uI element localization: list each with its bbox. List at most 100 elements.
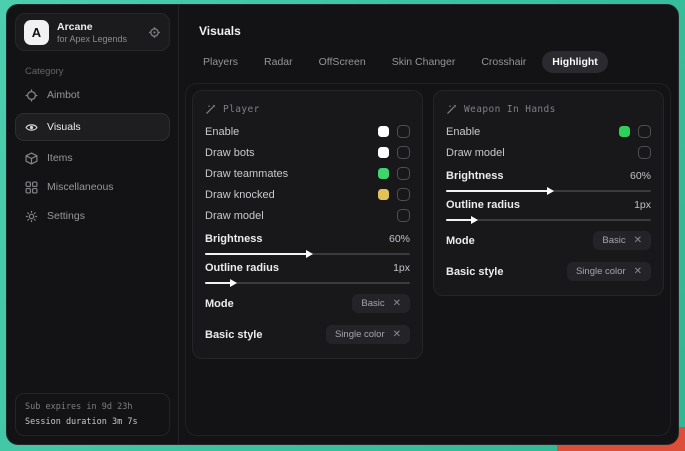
category-section-label: Category: [25, 66, 170, 77]
mode-row: Mode Basic ✕: [446, 229, 651, 252]
row-label: Basic style: [446, 266, 567, 278]
outline-radius-row: Outline radius 1px: [205, 262, 410, 284]
checkbox[interactable]: [638, 125, 651, 138]
slider-track[interactable]: [446, 190, 651, 192]
tag-remove-icon[interactable]: ✕: [393, 299, 401, 309]
row-label: Draw model: [446, 147, 638, 159]
slider-fill: [205, 282, 232, 284]
tab-radar[interactable]: Radar: [254, 51, 303, 73]
tag-pill[interactable]: Basic ✕: [352, 294, 410, 313]
tab-players[interactable]: Players: [193, 51, 248, 73]
row-label: Draw teammates: [205, 168, 378, 180]
mode-row: Mode Basic ✕: [205, 292, 410, 315]
panel-weapon-in-hands: Weapon In Hands Enable Draw model Bright…: [433, 90, 664, 296]
app-header-card: A Arcane for Apex Legends: [15, 13, 170, 51]
tab-crosshair[interactable]: Crosshair: [471, 51, 536, 73]
tab-highlight[interactable]: Highlight: [542, 51, 608, 73]
enable-row: Enable: [446, 121, 651, 142]
slider-thumb[interactable]: [471, 216, 478, 224]
slider-fill: [446, 219, 473, 221]
row-label: Outline radius: [446, 199, 634, 211]
row-label: Enable: [446, 126, 619, 138]
slider-fill: [205, 253, 308, 255]
tag-label: Basic: [602, 235, 625, 246]
slider-track[interactable]: [205, 253, 410, 255]
page-title: Visuals: [199, 24, 671, 38]
checkbox[interactable]: [638, 146, 651, 159]
target-icon[interactable]: [148, 26, 161, 39]
draw-model-row: Draw model: [205, 205, 410, 226]
slider-value: 60%: [389, 233, 410, 245]
checkbox[interactable]: [397, 146, 410, 159]
slider-value: 1px: [634, 199, 651, 211]
row-label: Brightness: [205, 233, 389, 245]
sidebar-item-aimbot[interactable]: Aimbot: [15, 81, 170, 109]
color-swatch[interactable]: [378, 168, 389, 179]
grid-icon: [25, 181, 38, 194]
brightness-row: Brightness 60%: [205, 233, 410, 255]
sidebar-item-label: Aimbot: [47, 89, 80, 101]
checkbox[interactable]: [397, 167, 410, 180]
draw-model-row: Draw model: [446, 142, 651, 163]
row-label: Basic style: [205, 329, 326, 341]
outline-radius-row: Outline radius 1px: [446, 199, 651, 221]
slider-thumb[interactable]: [547, 187, 554, 195]
wand-icon: [205, 104, 216, 115]
tag-remove-icon[interactable]: ✕: [393, 330, 401, 340]
row-label: Enable: [205, 126, 378, 138]
tab-offscreen[interactable]: OffScreen: [309, 51, 376, 73]
slider-value: 1px: [393, 262, 410, 274]
sidebar-item-label: Visuals: [47, 121, 81, 133]
gear-icon: [25, 210, 38, 223]
color-swatch[interactable]: [378, 126, 389, 137]
row-label: Outline radius: [205, 262, 393, 274]
eye-icon: [25, 121, 38, 134]
basic-style-row: Basic style Single color ✕: [446, 260, 651, 283]
tag-pill[interactable]: Single color ✕: [326, 325, 410, 344]
sidebar-item-miscellaneous[interactable]: Miscellaneous: [15, 173, 170, 201]
tag-pill[interactable]: Single color ✕: [567, 262, 651, 281]
tag-remove-icon[interactable]: ✕: [634, 267, 642, 277]
slider-thumb[interactable]: [230, 279, 237, 287]
session-duration-text: Session duration 3m 7s: [25, 417, 160, 427]
crosshair-icon: [25, 89, 38, 102]
draw-knocked-row: Draw knocked: [205, 184, 410, 205]
slider-fill: [446, 190, 549, 192]
tag-label: Basic: [361, 298, 384, 309]
brightness-row: Brightness 60%: [446, 170, 651, 192]
panel-title: Weapon In Hands: [464, 104, 556, 115]
tag-remove-icon[interactable]: ✕: [634, 236, 642, 246]
app-name: Arcane: [57, 21, 127, 33]
panel-player: Player Enable Draw bots Draw teammates D…: [192, 90, 423, 359]
color-swatch[interactable]: [378, 189, 389, 200]
tag-pill[interactable]: Basic ✕: [593, 231, 651, 250]
app-subtitle: for Apex Legends: [57, 34, 127, 44]
slider-track[interactable]: [446, 219, 651, 221]
checkbox[interactable]: [397, 209, 410, 222]
tab-bar: Players Radar OffScreen Skin ChangerCrossha…: [193, 51, 671, 73]
sidebar: A Arcane for Apex Legends Category Aimbo…: [7, 5, 179, 444]
draw-teammates-row: Draw teammates: [205, 163, 410, 184]
tag-label: Single color: [576, 266, 626, 277]
tag-label: Single color: [335, 329, 385, 340]
sidebar-item-label: Items: [47, 152, 73, 164]
sidebar-item-visuals[interactable]: Visuals: [15, 113, 170, 141]
sidebar-item-label: Miscellaneous: [47, 181, 114, 193]
subscription-info-card: Sub expires in 9d 23h Session duration 3…: [15, 393, 170, 436]
row-label: Mode: [446, 235, 593, 247]
slider-thumb[interactable]: [306, 250, 313, 258]
slider-track[interactable]: [205, 282, 410, 284]
sidebar-item-settings[interactable]: Settings: [15, 202, 170, 230]
sidebar-nav: Aimbot Visuals Items Miscellaneous Setti…: [15, 81, 170, 231]
sidebar-item-items[interactable]: Items: [15, 144, 170, 172]
color-swatch[interactable]: [378, 147, 389, 158]
sub-expiry-text: Sub expires in 9d 23h: [25, 402, 160, 412]
color-swatch[interactable]: [619, 126, 630, 137]
row-label: Draw bots: [205, 147, 378, 159]
checkbox[interactable]: [397, 188, 410, 201]
enable-row: Enable: [205, 121, 410, 142]
checkbox[interactable]: [397, 125, 410, 138]
tab-skin-changer[interactable]: Skin Changer: [382, 51, 466, 73]
panel-title: Player: [223, 104, 260, 115]
basic-style-row: Basic style Single color ✕: [205, 323, 410, 346]
